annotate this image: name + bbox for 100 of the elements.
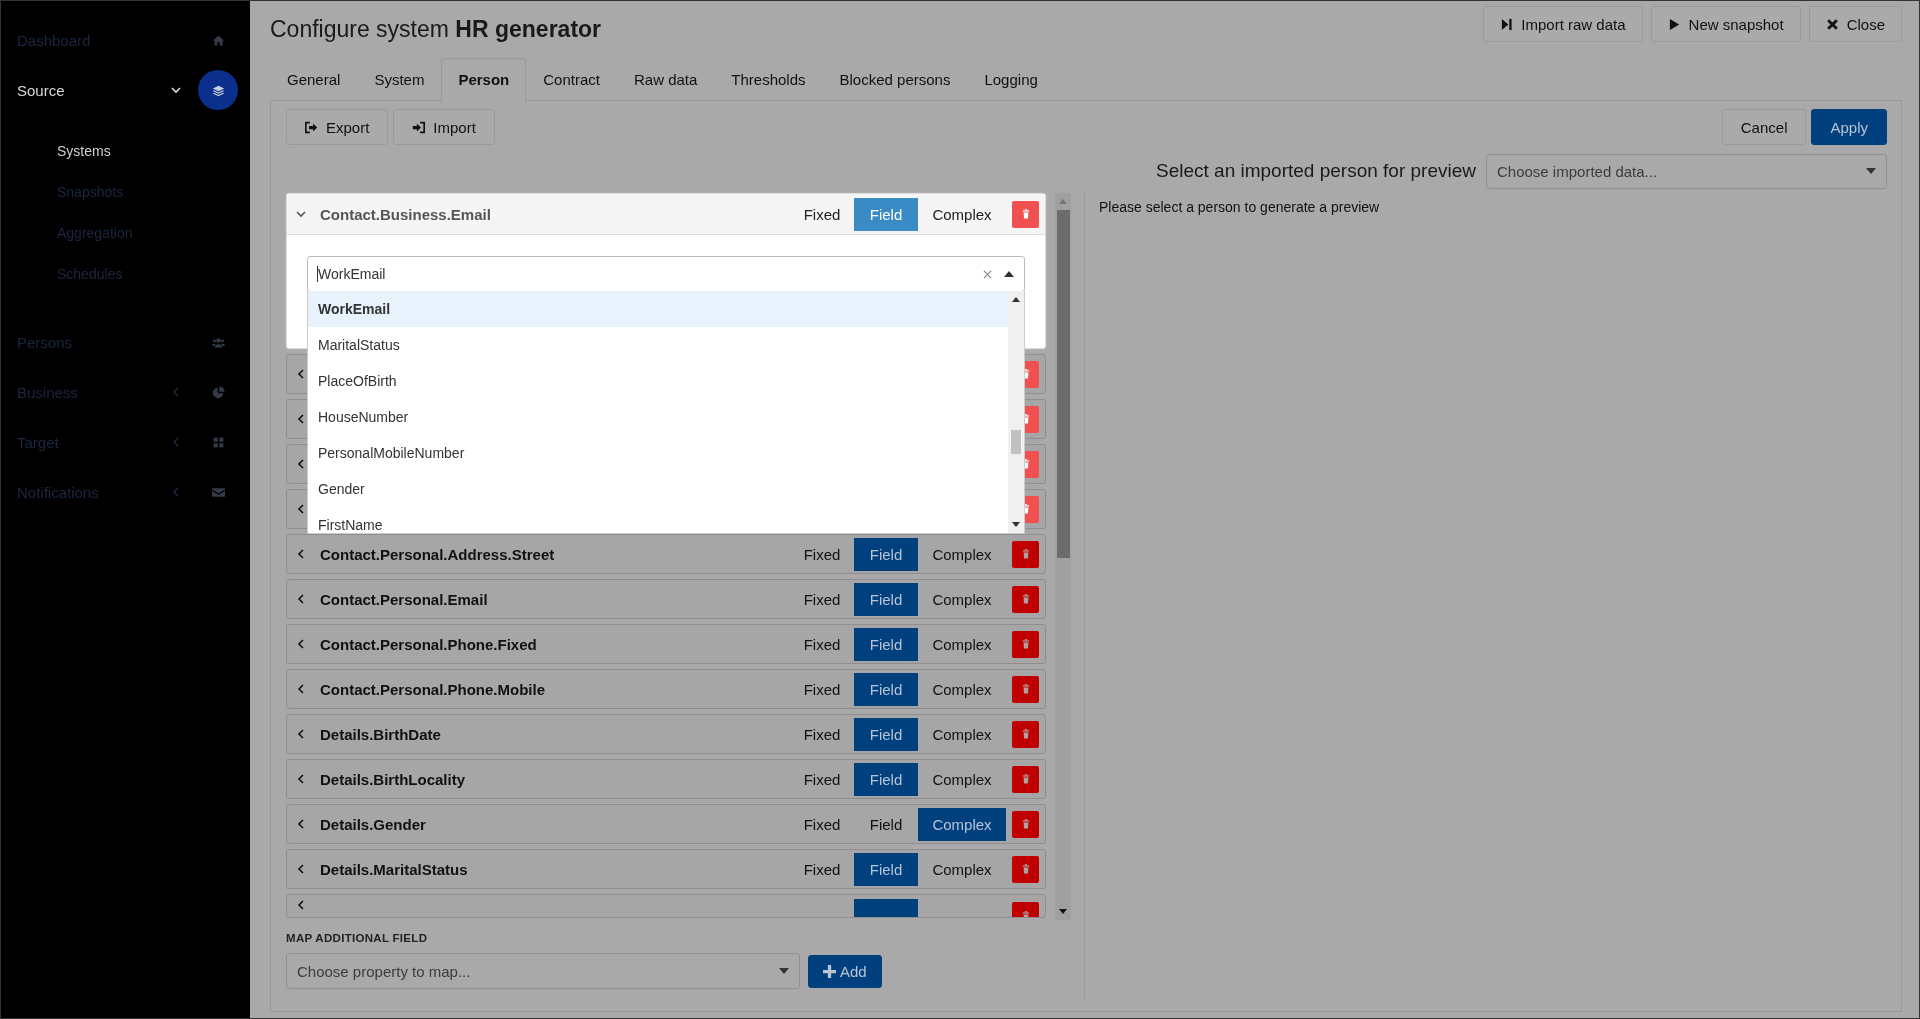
mapping-name: Contact.Personal.Phone.Fixed <box>320 635 538 653</box>
mode-button[interactable]: Complex <box>918 197 1006 231</box>
layers-icon <box>211 83 225 97</box>
dropdown-option[interactable]: Gender <box>308 471 1008 507</box>
delete-button[interactable] <box>1012 540 1039 568</box>
dropdown-option[interactable]: FirstName <box>308 507 1008 533</box>
tab[interactable]: Contract <box>526 58 617 101</box>
scrollbar[interactable] <box>1055 193 1071 920</box>
trash-icon <box>1021 864 1030 874</box>
cancel-button[interactable]: Cancel <box>1721 109 1807 145</box>
mapping-name: Contact.Business.Email <box>320 205 492 223</box>
delete-button[interactable] <box>1012 810 1039 838</box>
sidebar-item[interactable]: Source <box>1 65 250 115</box>
scroll-thumb[interactable] <box>1011 430 1021 454</box>
delete-button[interactable] <box>1012 765 1039 793</box>
mode-button[interactable]: Fixed <box>790 807 854 841</box>
trash-icon <box>1021 549 1030 559</box>
header-button[interactable]: New snapshot <box>1650 6 1801 42</box>
play-icon <box>1667 17 1681 31</box>
mode-button[interactable]: Fixed <box>790 537 854 571</box>
mode-button[interactable]: Field <box>854 627 918 661</box>
mode-button[interactable]: Fixed <box>790 717 854 751</box>
mode-button[interactable]: Complex <box>918 717 1006 751</box>
mode-button[interactable]: Fixed <box>790 582 854 616</box>
mode-button[interactable]: Fixed <box>790 672 854 706</box>
delete-button[interactable] <box>1012 855 1039 883</box>
tab[interactable]: General <box>270 58 358 101</box>
header-button[interactable]: Import raw data <box>1483 6 1643 42</box>
trash-icon <box>1021 774 1030 784</box>
delete-button[interactable] <box>1012 675 1039 703</box>
add-button[interactable]: Add <box>808 954 882 988</box>
export-button[interactable]: Export <box>286 109 389 145</box>
mode-button[interactable]: Fixed <box>790 762 854 796</box>
dropdown-option[interactable]: HouseNumber <box>308 399 1008 435</box>
dropdown-option[interactable]: PersonalMobileNumber <box>308 435 1008 471</box>
tab[interactable]: Raw data <box>616 58 715 101</box>
delete-button[interactable] <box>1012 585 1039 613</box>
sidebar-label: Source <box>17 81 66 99</box>
chevron-left-icon <box>170 486 182 498</box>
dropdown-option[interactable]: WorkEmail <box>308 291 1008 327</box>
users-icon <box>211 335 225 349</box>
mode-button[interactable]: Field <box>854 197 918 231</box>
mode-button[interactable]: Complex <box>918 627 1006 661</box>
chevron-left-icon <box>295 773 307 785</box>
mode-button[interactable]: Complex <box>918 762 1006 796</box>
grid-icon <box>211 435 225 449</box>
mode-button[interactable]: Field <box>854 672 918 706</box>
preview-select[interactable]: Choose imported data... <box>1486 153 1887 189</box>
chevron-left-icon <box>295 503 307 515</box>
sidebar-label: Business <box>17 383 79 401</box>
sidebar-label: Dashboard <box>17 31 92 49</box>
preview-message: Please select a person to generate a preview <box>1099 199 1381 215</box>
mode-button[interactable]: Fixed <box>790 197 854 231</box>
mode-button[interactable]: Field <box>854 852 918 886</box>
mode-button[interactable]: Field <box>854 582 918 616</box>
sidebar-subitem[interactable]: Systems <box>57 131 250 172</box>
tab[interactable]: Thresholds <box>714 58 823 101</box>
scroll-thumb[interactable] <box>1056 210 1070 558</box>
mapping-name: Details.Gender <box>320 815 427 833</box>
chevron-left-icon <box>170 436 182 448</box>
import-button[interactable]: Import <box>393 109 495 145</box>
mapping-name: Details.BirthDate <box>320 725 442 743</box>
chevron-down-icon <box>295 208 307 220</box>
scrollbar[interactable] <box>1008 291 1024 533</box>
mode-button[interactable]: Field <box>854 807 918 841</box>
mode-button[interactable]: Complex <box>918 582 1006 616</box>
chevron-left-icon <box>295 413 307 425</box>
chevron-down-icon <box>170 84 182 96</box>
property-select[interactable]: Choose property to map... <box>286 953 800 989</box>
dropdown-option[interactable]: PlaceOfBirth <box>308 363 1008 399</box>
mode-button[interactable]: Complex <box>918 807 1006 841</box>
close-icon <box>1825 17 1839 31</box>
mode-button[interactable]: Complex <box>918 852 1006 886</box>
envelope-icon <box>211 485 225 499</box>
delete-button[interactable] <box>1012 630 1039 658</box>
tab[interactable]: Blocked persons <box>822 58 968 101</box>
trash-icon <box>1021 729 1030 739</box>
mapping-name: Contact.Personal.Email <box>320 590 489 608</box>
mode-button[interactable]: Field <box>854 717 918 751</box>
mode-button[interactable]: Field <box>854 537 918 571</box>
trash-icon <box>1021 684 1030 694</box>
mode-button[interactable]: Field <box>854 762 918 796</box>
mapping-name: Contact.Personal.Phone.Mobile <box>320 680 547 698</box>
tab[interactable]: Logging <box>967 58 1055 101</box>
delete-button[interactable] <box>1012 200 1039 228</box>
delete-button[interactable] <box>1012 720 1039 748</box>
tab[interactable]: Person <box>441 58 527 102</box>
mode-button[interactable]: Fixed <box>790 852 854 886</box>
mode-button[interactable]: Fixed <box>790 627 854 661</box>
select-placeholder: Choose property to map... <box>297 962 472 980</box>
mode-button[interactable]: Complex <box>918 672 1006 706</box>
step-forward-icon <box>1500 17 1514 31</box>
tab[interactable]: System <box>357 58 442 101</box>
header-button[interactable]: Close <box>1808 6 1902 42</box>
mode-button[interactable]: Complex <box>918 537 1006 571</box>
trash-icon <box>1021 594 1030 604</box>
preview-label: Select an imported person for preview <box>1156 160 1476 182</box>
apply-button[interactable]: Apply <box>1811 109 1887 145</box>
mapping-name: Contact.Personal.Address.Street <box>320 545 556 563</box>
dropdown-option[interactable]: MaritalStatus <box>308 327 1008 363</box>
